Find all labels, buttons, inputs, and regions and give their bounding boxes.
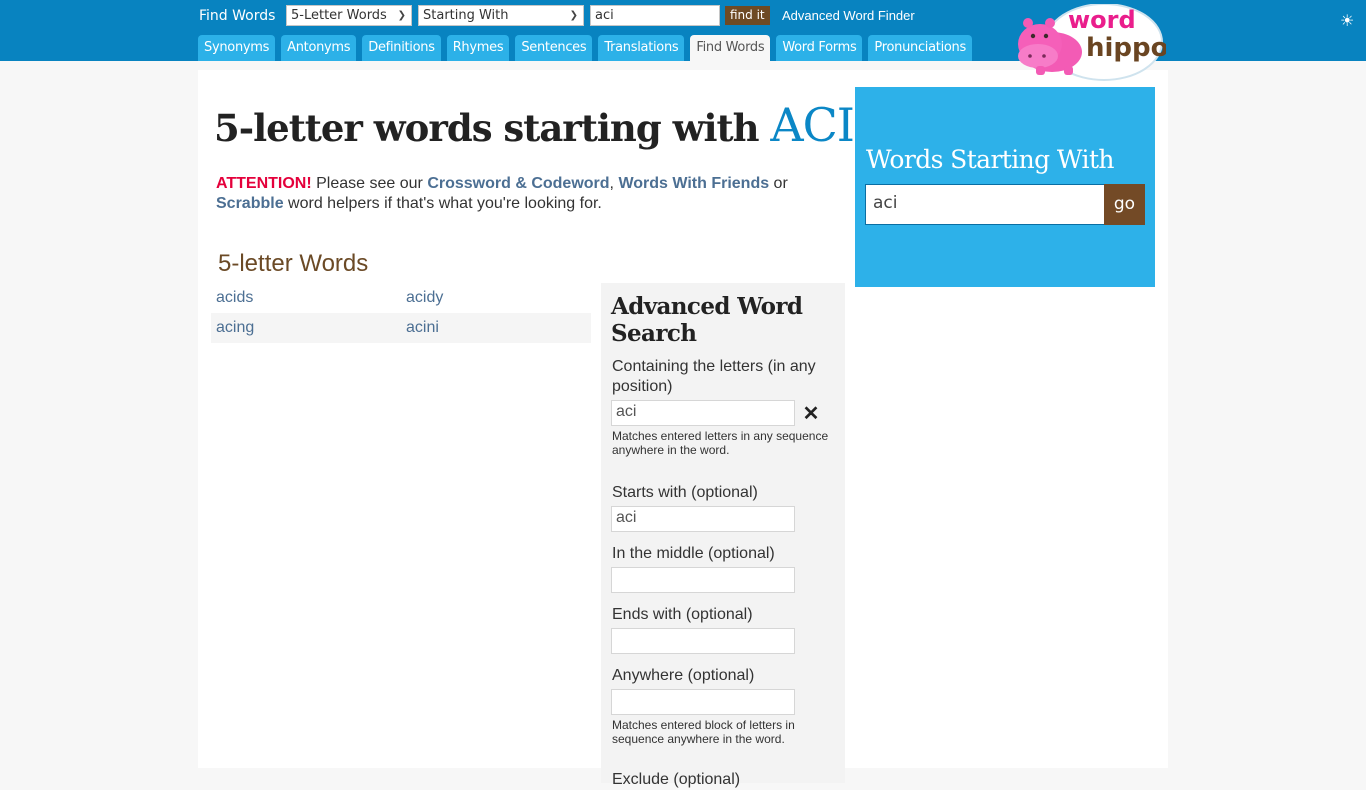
tab-synonyms[interactable]: Synonyms [198, 35, 276, 61]
widget-search-input[interactable]: aci [865, 184, 1105, 225]
advanced-search-title: Advanced Word Search [611, 293, 803, 347]
words-starting-with-widget: Words Starting With aci go [855, 87, 1155, 287]
containing-input[interactable]: aci [611, 400, 795, 426]
word-link[interactable]: acids [211, 289, 401, 307]
chevron-down-icon: ❯ [569, 10, 578, 21]
starts-with-label: Starts with (optional) [612, 484, 758, 501]
svg-text:hippo: hippo [1086, 33, 1166, 63]
tab-antonyms[interactable]: Antonyms [281, 35, 357, 61]
middle-label: In the middle (optional) [612, 545, 775, 562]
containing-field-group: Containing the letters (in any position)… [611, 357, 835, 457]
anywhere-input[interactable] [611, 689, 795, 715]
word-list: acids acidy acing acini [211, 283, 591, 343]
advanced-word-finder-link[interactable]: Advanced Word Finder [782, 8, 915, 23]
find-words-label: Find Words [199, 8, 276, 24]
ends-with-field-group: Ends with (optional) [611, 605, 835, 654]
tab-translations[interactable]: Translations [598, 35, 685, 61]
middle-input[interactable] [611, 567, 795, 593]
word-link[interactable]: acini [401, 319, 591, 337]
tab-definitions[interactable]: Definitions [362, 35, 441, 61]
ends-with-label: Ends with (optional) [612, 606, 753, 623]
table-row: acids acidy [211, 283, 591, 313]
anywhere-field-group: Anywhere (optional) Matches entered bloc… [611, 666, 835, 746]
tab-pronunciations[interactable]: Pronunciations [868, 35, 972, 61]
anywhere-label: Anywhere (optional) [612, 667, 755, 684]
containing-help: Matches entered letters in any sequence … [612, 429, 829, 457]
sun-icon[interactable]: ☀ [1340, 11, 1354, 31]
attention-label: ATTENTION! [216, 175, 312, 192]
attention-text: word helpers if that's what you're looki… [283, 195, 602, 212]
attention-notice: ATTENTION! Please see our Crossword & Co… [216, 174, 836, 214]
advanced-search-panel: Advanced Word Search Containing the lett… [601, 283, 845, 788]
tab-word-forms[interactable]: Word Forms [776, 35, 863, 61]
word-length-select[interactable]: 5-Letter Words ❯ [286, 5, 412, 26]
match-mode-value: Starting With [423, 8, 509, 23]
section-title: 5-letter Words [218, 250, 369, 277]
anywhere-help: Matches entered block of letters in sequ… [612, 718, 795, 746]
top-header: Find Words 5-Letter Words ❯ Starting Wit… [0, 0, 1366, 81]
ends-with-input[interactable] [611, 628, 795, 654]
page-title-prefix: 5-letter words starting with [214, 106, 771, 150]
tab-find-words[interactable]: Find Words [690, 35, 771, 61]
containing-label: Containing the letters (in any position) [612, 358, 816, 395]
match-mode-select[interactable]: Starting With ❯ [418, 5, 584, 26]
go-button[interactable]: go [1104, 184, 1145, 225]
exclude-label: Exclude (optional) [612, 771, 741, 788]
header-search-input[interactable]: aci [590, 5, 720, 26]
find-it-button[interactable]: find it [725, 6, 770, 25]
close-icon[interactable]: ✕ [801, 401, 821, 426]
starts-with-input[interactable]: aci [611, 506, 795, 532]
attention-text: or [769, 175, 788, 192]
wordhippo-logo[interactable]: word hippo [1016, 3, 1169, 82]
svg-text:word: word [1068, 6, 1136, 34]
scrabble-link[interactable]: Scrabble [216, 195, 284, 212]
tab-sentences[interactable]: Sentences [515, 35, 593, 61]
middle-field-group: In the middle (optional) [611, 544, 835, 593]
attention-text: Please see our [311, 175, 428, 192]
page-title: 5-letter words starting with ACI [214, 98, 855, 152]
page-title-accent: ACI [770, 98, 855, 152]
tab-rhymes[interactable]: Rhymes [446, 35, 510, 61]
chevron-down-icon: ❯ [397, 10, 406, 21]
starts-with-field-group: Starts with (optional) aci [611, 483, 835, 532]
table-row: acing acini [211, 313, 591, 343]
word-link[interactable]: acidy [401, 289, 591, 307]
words-with-friends-link[interactable]: Words With Friends [618, 175, 769, 192]
crossword-codeword-link[interactable]: Crossword & Codeword [427, 175, 609, 192]
main-nav-tabs: Synonyms Antonyms Definitions Rhymes Sen… [198, 35, 972, 61]
word-link[interactable]: acing [211, 319, 401, 337]
word-length-value: 5-Letter Words [291, 8, 387, 23]
widget-title: Words Starting With [866, 145, 1115, 174]
